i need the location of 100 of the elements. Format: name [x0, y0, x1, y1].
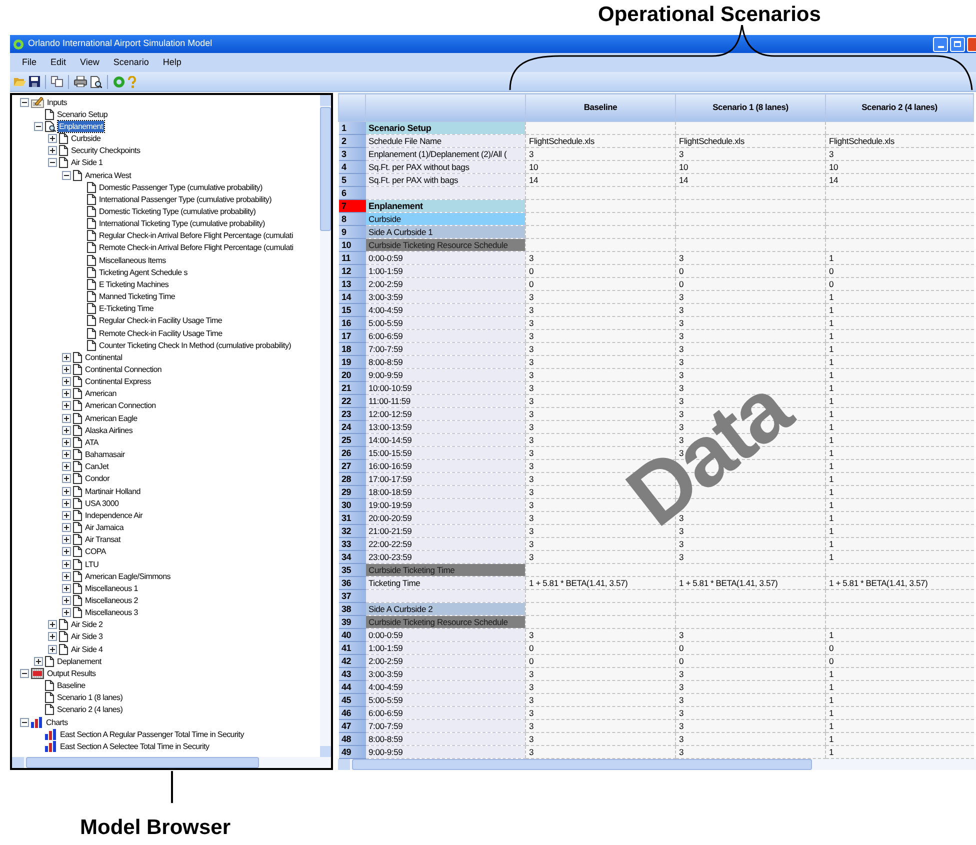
- expand-icon[interactable]: [62, 401, 71, 410]
- tree-item[interactable]: ATA: [84, 436, 100, 448]
- copy-icon[interactable]: [51, 76, 63, 87]
- tree-item[interactable]: Remote Check-in Arrival Before Flight Percentage (cumulati: [98, 242, 294, 254]
- expand-icon[interactable]: [48, 620, 57, 630]
- expand-icon[interactable]: [48, 632, 57, 642]
- tree-item[interactable]: Miscellaneous Items: [98, 254, 167, 266]
- tree-item[interactable]: Domestic Passenger Type (cumulative probability): [98, 182, 264, 193]
- tree-item[interactable]: Miscellaneous 3: [84, 607, 139, 618]
- tree-item[interactable]: CanJet: [84, 461, 110, 472]
- tree-item[interactable]: American Eagle: [84, 412, 138, 424]
- tree-item[interactable]: Air Side 4: [70, 644, 104, 655]
- scrollbar-thumb[interactable]: [352, 759, 812, 770]
- scrollbar-thumb[interactable]: [320, 107, 331, 231]
- tree-item[interactable]: Scenario Setup: [56, 108, 109, 120]
- vertical-scrollbar[interactable]: [320, 95, 331, 757]
- expand-icon[interactable]: [62, 389, 71, 398]
- collapse-icon[interactable]: [20, 98, 29, 107]
- tree-item[interactable]: International Passenger Type (cumulative probability): [98, 194, 272, 205]
- tree-item[interactable]: Inputs: [46, 96, 68, 108]
- column-header[interactable]: Baseline: [526, 94, 676, 122]
- tree-item[interactable]: Deplanement: [56, 656, 102, 667]
- expand-icon[interactable]: [62, 498, 71, 508]
- expand-icon[interactable]: [62, 572, 71, 581]
- collapse-icon[interactable]: [48, 158, 57, 168]
- expand-icon[interactable]: [34, 656, 43, 666]
- collapse-icon[interactable]: [20, 718, 29, 727]
- tree-item[interactable]: Miscellaneous 1: [84, 582, 139, 594]
- tree-item[interactable]: Curbside: [70, 133, 102, 144]
- tree-item[interactable]: Air Side 3: [70, 631, 104, 642]
- tree-item[interactable]: Enplanement: [58, 120, 104, 132]
- print-preview-icon[interactable]: [90, 76, 102, 88]
- menu-item[interactable]: Help: [162, 56, 182, 70]
- tree-item[interactable]: Security Checkpoints: [70, 145, 142, 156]
- tree-item[interactable]: Air Transat: [84, 534, 122, 546]
- tree-item[interactable]: Charts: [45, 716, 69, 728]
- expand-icon[interactable]: [62, 535, 71, 544]
- tree-item[interactable]: Scenario 2 (4 lanes): [56, 704, 124, 716]
- expand-icon[interactable]: [62, 547, 71, 556]
- expand-icon[interactable]: [62, 426, 71, 435]
- expand-icon[interactable]: [62, 596, 71, 605]
- column-header[interactable]: Scenario 1 (8 lanes): [676, 94, 826, 122]
- tree-item[interactable]: LTU: [84, 558, 100, 570]
- tree-item[interactable]: American: [84, 388, 118, 400]
- menu-item[interactable]: Edit: [50, 56, 66, 70]
- collapse-icon[interactable]: [20, 668, 29, 678]
- expand-icon[interactable]: [48, 146, 57, 156]
- tree-item[interactable]: Air Side 2: [70, 619, 104, 630]
- menu-item[interactable]: File: [22, 56, 37, 70]
- expand-icon[interactable]: [62, 377, 71, 386]
- tree-item[interactable]: Baseline: [56, 680, 86, 692]
- column-header[interactable]: Scenario 2 (4 lanes): [826, 94, 974, 122]
- tree-item[interactable]: COPA: [84, 546, 107, 558]
- expand-icon[interactable]: [48, 644, 57, 654]
- menu-item[interactable]: View: [80, 56, 100, 70]
- expand-icon[interactable]: [62, 450, 71, 460]
- close-button[interactable]: [967, 36, 976, 52]
- tree-item[interactable]: E-Ticketing Time: [98, 303, 154, 314]
- expand-icon[interactable]: [62, 523, 71, 532]
- tree-item[interactable]: Continental Connection: [84, 364, 163, 376]
- tree-item[interactable]: Miscellaneous 2: [84, 594, 139, 606]
- tree-item[interactable]: Counter Ticketing Check In Method (cumulative probability): [98, 340, 292, 351]
- expand-icon[interactable]: [62, 608, 71, 618]
- tree-item[interactable]: E Ticketing Machines: [98, 278, 170, 290]
- expand-icon[interactable]: [62, 486, 71, 496]
- horizontal-scrollbar[interactable]: [12, 757, 331, 768]
- tree-item[interactable]: American Eagle/Simmons: [84, 570, 172, 582]
- tree-item[interactable]: Alaska Airlines: [84, 424, 134, 436]
- tree-item[interactable]: East Section A Regular Passenger Total Time in Security: [59, 728, 245, 740]
- expand-icon[interactable]: [48, 134, 57, 144]
- tree-item[interactable]: Ticketing Agent Schedule s: [98, 266, 188, 278]
- tree-item[interactable]: America West: [84, 170, 132, 181]
- tree-item[interactable]: International Ticketing Type (cumulative probability): [98, 218, 266, 230]
- tree-item[interactable]: Scenario 1 (8 lanes): [56, 692, 124, 704]
- tree-item[interactable]: Regular Check-in Facility Usage Time: [98, 315, 224, 326]
- print-icon[interactable]: [74, 76, 87, 87]
- scrollbar-thumb[interactable]: [26, 757, 259, 768]
- expand-icon[interactable]: [62, 462, 71, 472]
- tree-item[interactable]: Remote Check-in Facility Usage Time: [98, 328, 224, 339]
- tree-item[interactable]: Condor: [84, 473, 110, 484]
- tree-item[interactable]: Continental Express: [84, 376, 152, 388]
- tree-item[interactable]: Bahamasair: [84, 449, 126, 460]
- tree-item[interactable]: Air Jamaica: [84, 522, 124, 534]
- tree-item[interactable]: East Section A Selectee Total Time in Security: [59, 740, 210, 752]
- tree-item[interactable]: Air Side 1: [70, 157, 104, 168]
- collapse-icon[interactable]: [62, 170, 71, 180]
- expand-icon[interactable]: [62, 352, 71, 362]
- tree-item[interactable]: Domestic Ticketing Type (cumulative probability): [98, 206, 257, 217]
- save-icon[interactable]: [29, 76, 40, 87]
- horizontal-scrollbar[interactable]: [338, 759, 976, 770]
- tree-item[interactable]: Continental: [84, 352, 124, 363]
- expand-icon[interactable]: [62, 365, 71, 374]
- expand-icon[interactable]: [62, 510, 71, 520]
- tree-item[interactable]: Martinair Holland: [84, 486, 142, 497]
- tree-item[interactable]: Regular Check-in Arrival Before Flight Percentage (cumulati: [98, 230, 294, 242]
- menu-item[interactable]: Scenario: [113, 56, 149, 70]
- expand-icon[interactable]: [62, 474, 71, 484]
- restore-button[interactable]: [950, 36, 965, 52]
- minimize-button[interactable]: [933, 36, 948, 52]
- tree-item[interactable]: Independence Air: [84, 510, 144, 521]
